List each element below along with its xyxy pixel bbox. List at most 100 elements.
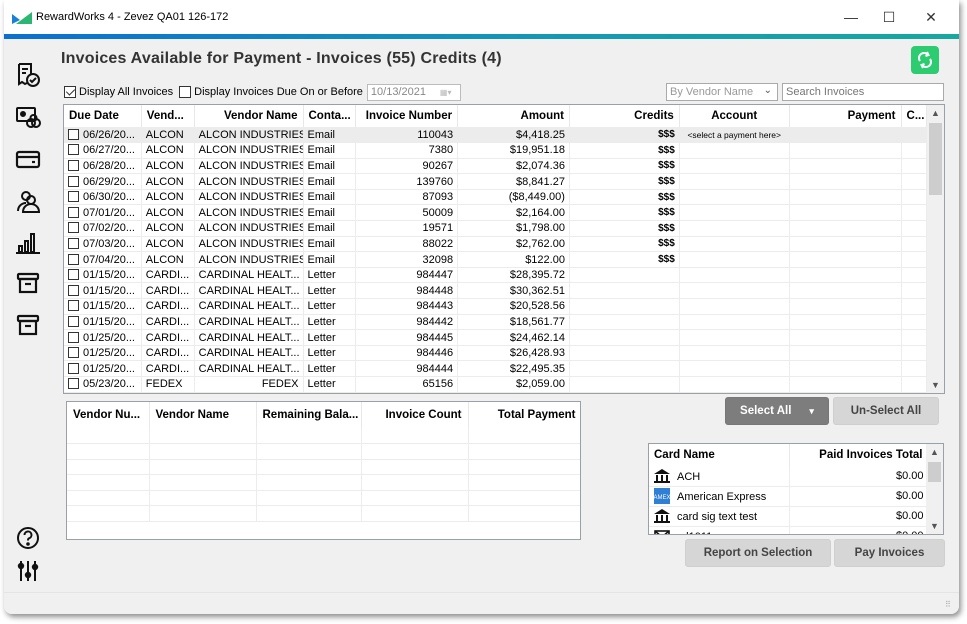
invoice-approve-icon[interactable] [14,61,42,89]
invoice-row[interactable]: 07/04/20... ALCON ALCON INDUSTRIES Email 320… [64,251,928,268]
invoices-scrollbar[interactable]: ▲ ▼ [927,105,944,393]
minimize-button[interactable]: — [836,6,866,28]
card-row[interactable]: card sig text test $0.00 [649,506,929,527]
row-checkbox[interactable] [68,362,79,374]
col-invoice-number[interactable]: Invoice Number [355,105,459,127]
row-checkbox[interactable] [68,128,79,140]
scroll-up-icon[interactable]: ▲ [927,105,944,121]
invoice-row[interactable]: 06/27/20... ALCON ALCON INDUSTRIES Email 738… [64,142,928,159]
row-checkbox[interactable] [68,284,79,296]
search-invoices-input[interactable] [782,83,944,101]
payment-cell[interactable] [789,173,902,190]
col-remaining-balance[interactable]: Remaining Bala... [256,402,362,428]
account-cell[interactable] [679,158,790,175]
payment-cell[interactable] [789,220,902,237]
cards-scrollbar[interactable]: ▲ ▼ [926,444,943,534]
invoice-row[interactable]: 07/01/20... ALCON ALCON INDUSTRIES Email 500… [64,204,928,222]
invoice-row[interactable]: 06/26/20... ALCON ALCON INDUSTRIES Email 110… [64,127,928,144]
col-vendor-number[interactable]: Vendor Nu... [67,402,150,428]
row-checkbox[interactable] [68,222,79,234]
row-checkbox[interactable] [68,300,79,312]
payment-cell[interactable] [789,251,902,268]
invoice-row[interactable]: 01/25/20... CARDI... CARDINAL HEALT... Lett… [64,345,928,362]
reports-chart-icon[interactable] [14,229,42,257]
account-cell[interactable] [679,282,790,300]
unselect-all-button[interactable]: Un-Select All [833,397,939,425]
archive-icon[interactable] [14,269,42,297]
payment-cell[interactable] [789,376,902,393]
row-checkbox[interactable] [68,237,79,249]
payment-cell[interactable] [789,329,902,346]
payment-cell[interactable] [789,345,902,362]
invoice-row[interactable]: 05/23/20... FEDEX FEDEX Letter 65156 $2,059.0… [64,376,928,393]
pay-invoices-button[interactable]: Pay Invoices [834,539,945,567]
invoice-row[interactable]: 01/15/20... CARDI... CARDINAL HEALT... Lett… [64,314,928,331]
col-total-payment[interactable]: Total Payment [468,402,580,428]
invoice-row[interactable]: 07/03/20... ALCON ALCON INDUSTRIES Email 880… [64,236,928,253]
payment-cell[interactable] [789,314,902,331]
payment-cell[interactable] [789,204,902,222]
col-credits[interactable]: Credits [569,105,680,127]
col-amount[interactable]: Amount [457,105,570,127]
calendar-dropdown-icon[interactable]: ▦▾ [440,88,456,98]
account-cell[interactable] [679,298,790,315]
report-on-selection-button[interactable]: Report on Selection [685,539,831,567]
account-cell[interactable] [679,251,790,268]
row-checkbox[interactable] [68,315,79,327]
col-payment[interactable]: Payment [789,105,902,127]
row-checkbox[interactable] [68,175,79,187]
invoice-row[interactable]: 01/25/20... CARDI... CARDINAL HEALT... Lett… [64,329,928,346]
invoice-row[interactable]: 01/15/20... CARDI... CARDINAL HEALT... Lett… [64,267,928,284]
scroll-down-icon[interactable]: ▼ [927,377,944,393]
settings-sliders-icon[interactable] [14,557,42,585]
card-row[interactable]: ...l1011 $0.00 [649,526,929,534]
card-row[interactable]: ACH $0.00 [649,466,929,487]
col-account[interactable]: Account [679,105,790,127]
payment-cell[interactable] [789,282,902,300]
col-invoice-count[interactable]: Invoice Count [361,402,469,428]
col-c[interactable]: C... [901,105,928,127]
account-cell[interactable] [679,314,790,331]
scroll-down-icon[interactable]: ▼ [926,518,943,534]
invoice-row[interactable]: 06/29/20... ALCON ALCON INDUSTRIES Email 139… [64,173,928,190]
select-all-button[interactable]: Select All ▾ [725,397,829,425]
row-checkbox[interactable] [68,378,79,390]
account-cell[interactable] [679,204,790,222]
invoice-row[interactable]: 01/25/20... CARDI... CARDINAL HEALT... Lett… [64,360,928,377]
account-cell[interactable] [679,220,790,237]
vendor-filter-select[interactable]: By Vendor Name ⌄ [666,83,778,101]
payment-cell[interactable] [789,142,902,159]
account-cell[interactable] [679,345,790,362]
col-vendor-name[interactable]: Vendor Name [194,105,304,127]
account-cell[interactable] [679,360,790,377]
archive-icon-2[interactable] [14,311,42,339]
invoice-row[interactable]: 06/30/20... ALCON ALCON INDUSTRIES Email 870… [64,189,928,206]
scroll-up-icon[interactable]: ▲ [926,444,943,460]
payment-cell[interactable] [789,267,902,284]
due-before-checkbox[interactable] [179,86,192,98]
account-cell[interactable] [679,173,790,190]
due-date-picker[interactable]: 10/13/2021 ▦▾ [366,83,461,101]
row-checkbox[interactable] [68,159,79,171]
credit-card-icon[interactable] [14,145,42,173]
account-cell[interactable] [679,267,790,284]
account-cell[interactable] [679,142,790,159]
refresh-button[interactable] [911,46,939,74]
col-paid-invoices-total[interactable]: Paid Invoices Total [789,444,929,466]
account-cell[interactable]: <select a payment here> [679,127,790,144]
row-checkbox[interactable] [68,253,79,265]
account-cell[interactable] [679,236,790,253]
scrollbar-thumb[interactable] [929,123,942,195]
close-button[interactable]: ✕ [916,6,946,28]
invoice-row[interactable]: 06/28/20... ALCON ALCON INDUSTRIES Email 902… [64,158,928,175]
payment-cell[interactable] [789,127,902,144]
col-due-date[interactable]: Due Date [64,105,142,127]
row-checkbox[interactable] [68,191,79,203]
row-checkbox[interactable] [68,347,79,359]
payment-cell[interactable] [789,158,902,175]
display-all-checkbox[interactable] [64,86,76,98]
row-checkbox[interactable] [68,331,79,343]
payment-cell[interactable] [789,298,902,315]
maximize-button[interactable]: ☐ [874,6,904,28]
col-contact[interactable]: Conta... [303,105,357,127]
